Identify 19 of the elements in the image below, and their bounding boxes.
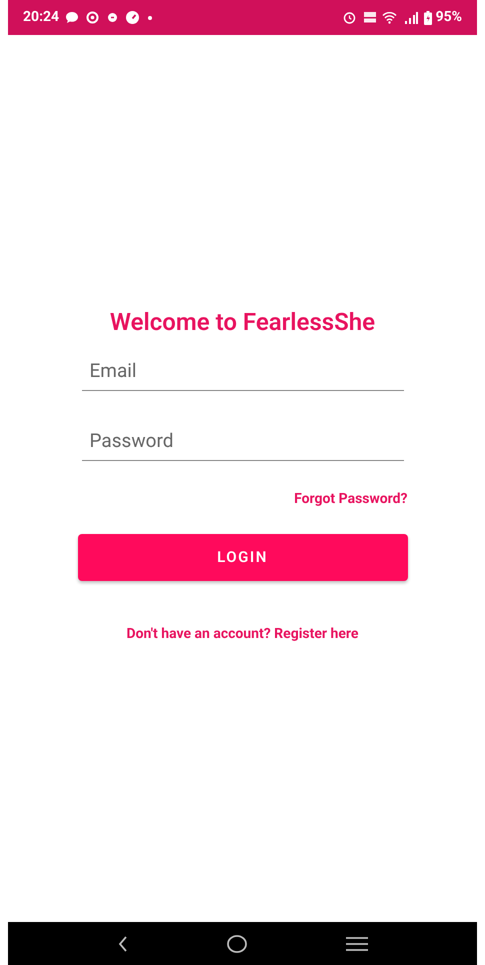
wifi-icon: [382, 11, 397, 24]
battery-icon: [424, 10, 432, 24]
dot-icon: [148, 16, 152, 20]
forgot-password-link[interactable]: Forgot Password?: [294, 489, 408, 510]
menu-icon[interactable]: [346, 936, 368, 950]
signal-icon: [404, 12, 418, 24]
gauge-icon: [126, 11, 140, 24]
login-button[interactable]: LOGIN: [78, 534, 408, 581]
status-time: 20:24: [23, 8, 60, 27]
register-link[interactable]: Don't have an account? Register here: [126, 624, 358, 645]
back-icon[interactable]: [118, 936, 128, 952]
message-icon: [65, 11, 80, 24]
battery-percent: 95%: [436, 8, 462, 27]
app-icon: [108, 13, 118, 22]
home-icon[interactable]: [226, 934, 246, 952]
input-field[interactable]: Password: [82, 421, 404, 461]
alarm-icon: [342, 11, 356, 24]
welcome-title: Welcome to FearlessShe: [108, 307, 376, 337]
input-field[interactable]: Email: [82, 351, 404, 391]
